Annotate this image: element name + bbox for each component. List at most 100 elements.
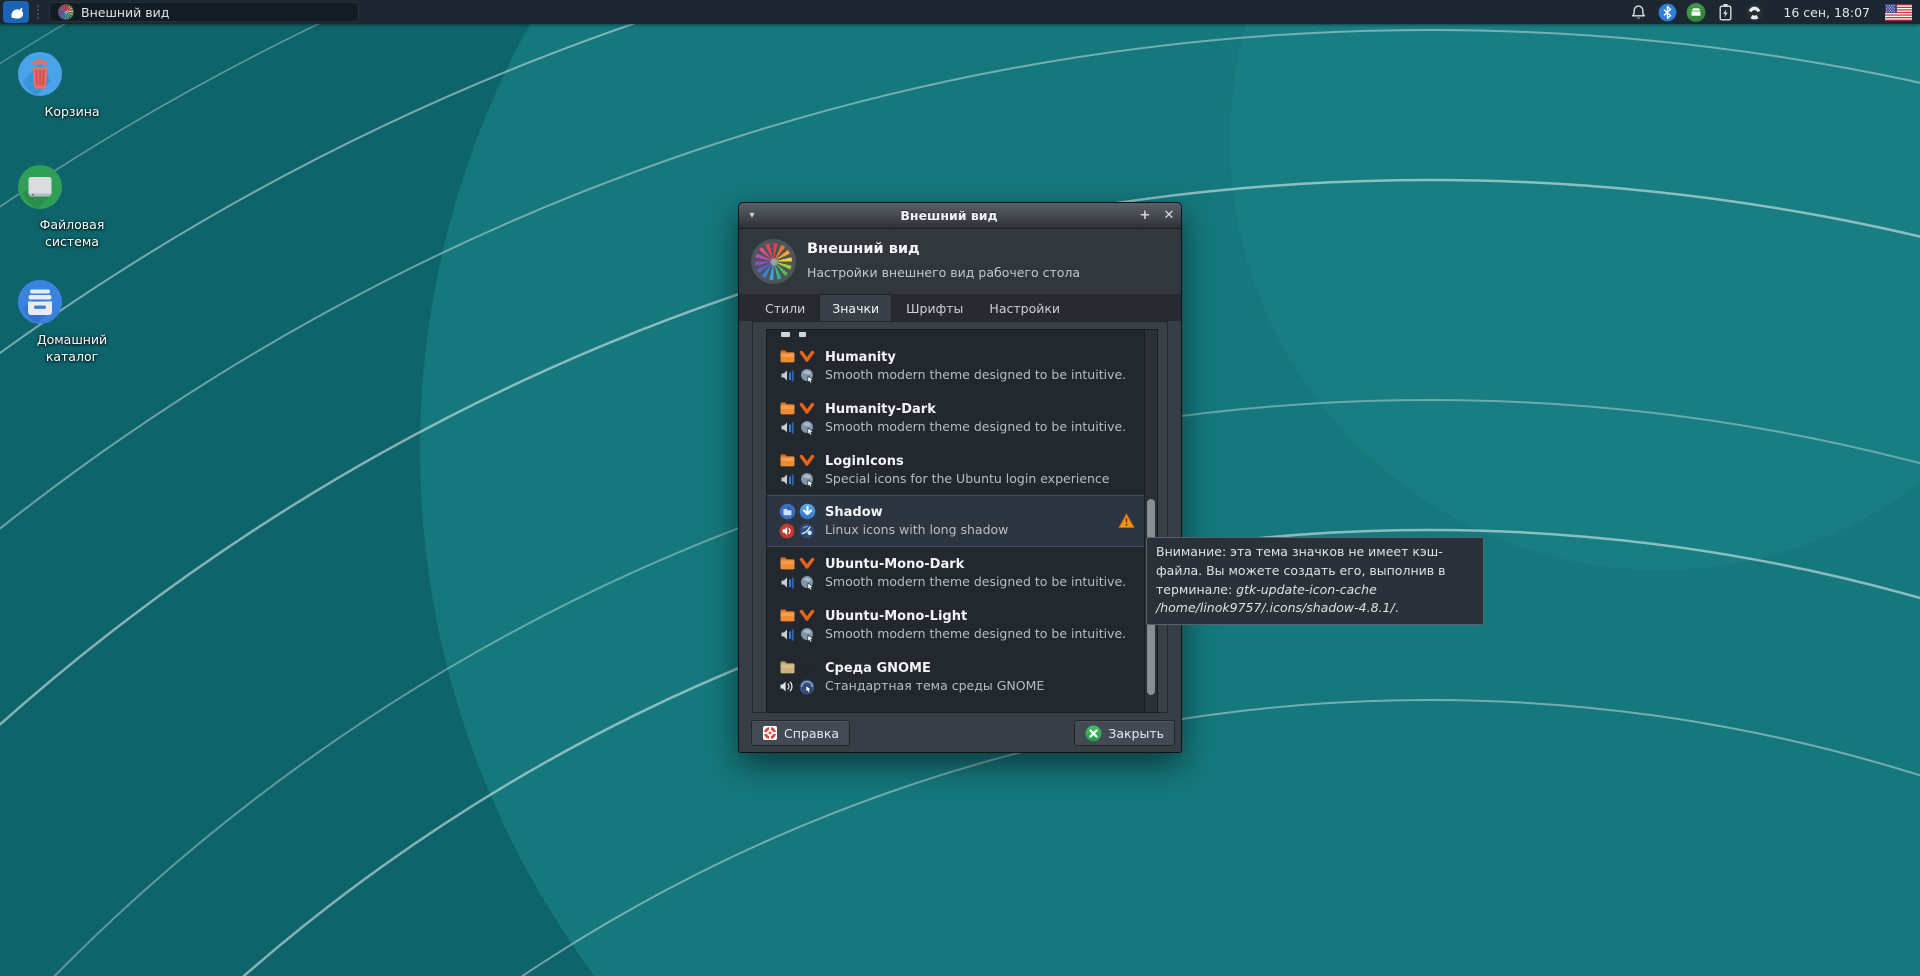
chevron-down-icon	[799, 402, 815, 414]
software-updater-icon[interactable]	[1686, 2, 1706, 22]
list-item[interactable]: LoginIcons Special icons for the Ubuntu …	[767, 444, 1157, 496]
list-item[interactable]: Shadow Linux icons with long shadow	[767, 495, 1157, 547]
keyboard-layout-flag-icon[interactable]	[1885, 3, 1912, 21]
bluetooth-icon[interactable]	[1657, 2, 1677, 22]
audio-wheel-icon[interactable]	[1744, 2, 1764, 22]
tab-bar: Стили Значки Шрифты Настройки	[739, 294, 1181, 322]
list-item[interactable]: Ubuntu-Mono-Dark Smooth modern theme des…	[767, 547, 1157, 599]
globe-icon	[800, 421, 814, 435]
maximize-button[interactable]: +	[1133, 208, 1157, 223]
globe-icon	[800, 473, 814, 487]
appearance-dialog: ▾ Внешний вид + ✕ Внешний вид Настройки …	[738, 202, 1182, 753]
panel-grip[interactable]	[33, 3, 43, 21]
folder-blue-icon	[779, 503, 795, 520]
globe-icon	[800, 628, 814, 642]
chevron-down-icon	[799, 350, 815, 362]
theme-name: Ubuntu-Mono-Dark	[825, 557, 965, 572]
help-icon	[763, 726, 777, 740]
globe-cursor-icon	[799, 679, 815, 694]
theme-preview-icons	[777, 347, 819, 385]
dialog-button-bar: Справка Закрыть	[739, 713, 1181, 752]
speaker-icon	[781, 370, 794, 382]
chevron-down-icon	[799, 609, 815, 621]
filesystem-icon	[18, 165, 62, 209]
folder-icon	[780, 350, 794, 363]
desktop-icon-home[interactable]: Домашний каталог	[16, 278, 128, 366]
panel-clock[interactable]: 16 сен, 18:07	[1783, 5, 1870, 20]
close-circle-icon	[1085, 725, 1102, 741]
folder-icon	[780, 557, 794, 570]
theme-preview-icons	[777, 554, 819, 592]
help-button-label: Справка	[784, 725, 840, 741]
home-icon	[18, 280, 62, 324]
theme-name: LoginIcons	[825, 454, 904, 469]
theme-preview-icons	[777, 606, 819, 644]
close-button[interactable]: ✕	[1157, 208, 1181, 223]
theme-preview-icons	[777, 658, 819, 696]
tab-settings[interactable]: Настройки	[977, 296, 1072, 322]
theme-name: Ubuntu-Mono-Light	[825, 609, 968, 624]
speaker-red-icon	[779, 523, 795, 538]
desktop-icon-label: Домашний каталог	[36, 332, 108, 364]
list-item[interactable]: Humanity Smooth modern theme designed to…	[767, 340, 1157, 392]
globe-navy-icon	[799, 523, 815, 538]
dialog-titlebar[interactable]: ▾ Внешний вид + ✕	[739, 203, 1181, 229]
close-button-label: Закрыть	[1108, 725, 1164, 741]
folder-icon	[780, 609, 794, 622]
header-subtitle: Настройки внешнего вид рабочего стола	[807, 265, 1081, 280]
speaker-icon	[781, 422, 794, 434]
desktop-icon-filesystem[interactable]: Файловая система	[16, 163, 128, 251]
theme-name: Humanity	[825, 350, 896, 365]
theme-name: Среда GNOME	[825, 661, 931, 676]
close-dialog-button[interactable]: Закрыть	[1074, 720, 1175, 746]
tab-icons[interactable]: Значки	[819, 294, 893, 322]
desktop-icon-label: Корзина	[44, 104, 100, 119]
dialog-title: Внешний вид	[900, 208, 998, 223]
theme-preview-icons	[777, 399, 819, 437]
theme-name: Shadow	[825, 505, 883, 520]
tab-fonts[interactable]: Шрифты	[894, 296, 975, 322]
list-item[interactable]: Среда GNOME Стандартная тема среды GNOME	[767, 651, 1157, 703]
help-button[interactable]: Справка	[751, 720, 851, 746]
theme-description: Smooth modern theme designed to be intui…	[825, 367, 1127, 382]
speaker-waves-icon	[780, 681, 793, 692]
globe-icon	[800, 369, 814, 383]
theme-description: Special icons for the Ubuntu login exper…	[825, 471, 1110, 486]
dialog-header: Внешний вид Настройки внешнего вид рабоч…	[739, 229, 1181, 295]
list-item[interactable]: Ubuntu-Mono-Light Smooth modern theme de…	[767, 599, 1157, 651]
speaker-icon	[781, 629, 794, 641]
list-item[interactable]: Humanity-Dark Smooth modern theme design…	[767, 392, 1157, 444]
desktop-icon-trash[interactable]: Корзина	[16, 50, 128, 121]
folder-icon	[780, 402, 794, 415]
download-arrow-icon	[799, 503, 815, 520]
folder-tan-icon	[780, 661, 794, 674]
theme-preview-icons	[777, 451, 819, 489]
battery-icon[interactable]	[1715, 2, 1735, 22]
globe-icon	[800, 576, 814, 590]
top-panel: Внешний вид 16 сен, 18:07	[0, 0, 1920, 24]
cache-warning-tooltip: Внимание: эта тема значков не имеет кэш-…	[1146, 537, 1484, 625]
desktop-icon-label: Файловая система	[39, 217, 105, 249]
list-scrollbar[interactable]	[1144, 330, 1157, 712]
folder-icon	[780, 454, 794, 467]
notification-bell-icon[interactable]	[1628, 2, 1648, 22]
window-menu-icon[interactable]: ▾	[739, 210, 765, 221]
taskbar-window-button[interactable]: Внешний вид	[49, 2, 359, 22]
warning-icon	[1118, 513, 1135, 529]
theme-description: Smooth modern theme designed to be intui…	[825, 419, 1127, 434]
chevron-dotted-icon	[800, 661, 814, 674]
appearance-app-icon	[58, 4, 74, 20]
theme-description: Linux icons with long shadow	[825, 522, 1009, 537]
theme-description: Smooth modern theme designed to be intui…	[825, 574, 1127, 589]
appearance-app-icon	[751, 239, 796, 284]
speaker-icon	[781, 474, 794, 486]
chevron-down-icon	[799, 454, 815, 466]
tab-styles[interactable]: Стили	[753, 296, 817, 322]
icon-theme-list: Humanity Smooth modern theme designed to…	[766, 329, 1158, 713]
applications-menu-button[interactable]	[3, 1, 29, 23]
speaker-icon	[781, 577, 794, 589]
clipped-row-above	[767, 330, 1157, 340]
theme-description: Smooth modern theme designed to be intui…	[825, 626, 1127, 641]
tooltip-suffix: .	[1394, 600, 1399, 616]
theme-preview-icons	[777, 502, 819, 540]
